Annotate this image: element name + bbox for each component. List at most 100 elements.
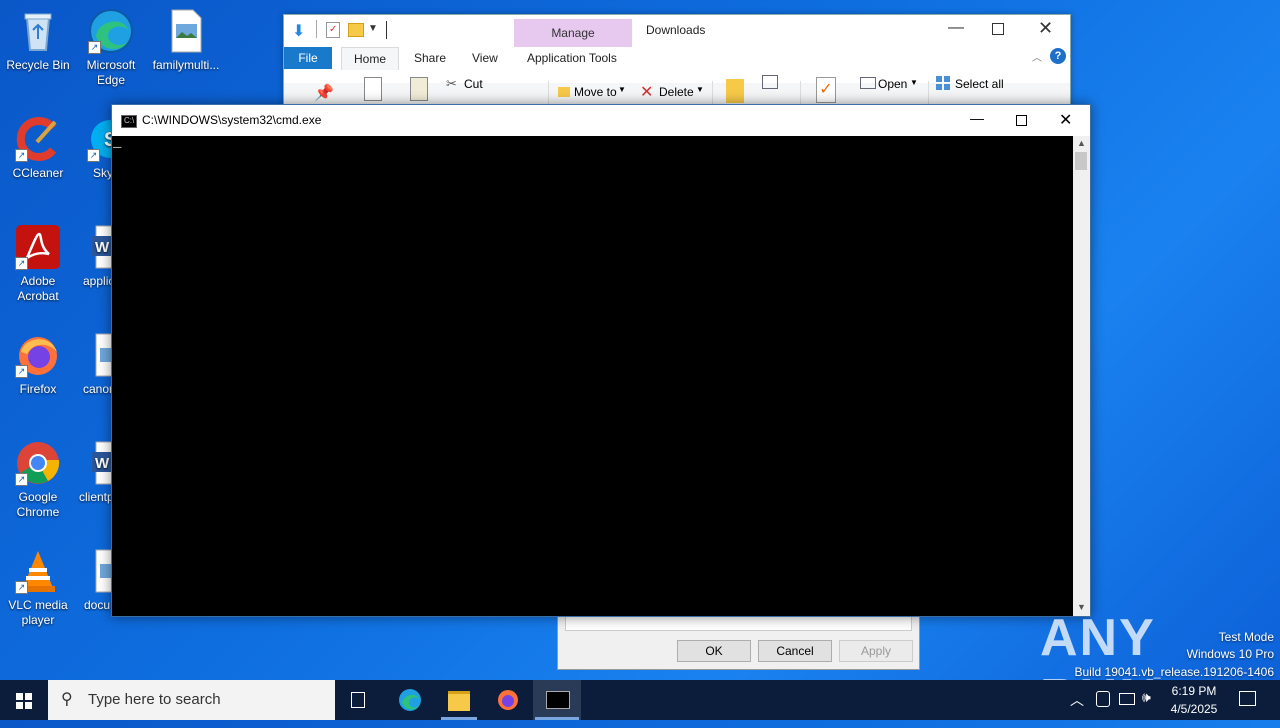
tab-view[interactable]: View: [460, 47, 510, 69]
taskbar-edge[interactable]: [386, 680, 434, 720]
desktop-icon-vlc[interactable]: ↗ VLC media player: [0, 548, 76, 628]
select-all-label[interactable]: Select all: [955, 77, 1004, 91]
desktop-icon-firefox[interactable]: ↗ Firefox: [0, 332, 76, 397]
volume-icon[interactable]: 🕪: [1142, 689, 1151, 706]
desktop-icon-word-applic[interactable]: W applic: [73, 224, 113, 289]
apply-button[interactable]: Apply: [839, 640, 913, 662]
tab-application-tools[interactable]: Application Tools: [515, 47, 629, 69]
windows-logo-icon: [16, 702, 23, 709]
desktop-icon-label: familymulti...: [152, 58, 220, 72]
edge-icon: ↗: [88, 8, 134, 54]
desktop-icon-google-chrome[interactable]: ↗ Google Chrome: [0, 440, 76, 520]
task-view-button[interactable]: [336, 680, 384, 720]
properties-icon[interactable]: ✓: [326, 22, 340, 38]
maximize-button[interactable]: [1016, 115, 1027, 126]
copy-icon[interactable]: [364, 77, 382, 101]
open-icon[interactable]: [860, 77, 876, 89]
paste-icon[interactable]: [410, 77, 428, 101]
open-dropdown-icon[interactable]: ▼: [910, 78, 918, 87]
customize-toolbar-chevron-icon[interactable]: ▼: [368, 23, 378, 34]
edition-label: Windows 10 Pro: [1186, 647, 1274, 661]
window-title: Downloads: [646, 23, 706, 37]
desktop-icon-recycle-bin[interactable]: Recycle Bin: [0, 8, 76, 73]
tab-file[interactable]: File: [284, 47, 332, 69]
cut-label[interactable]: Cut: [464, 77, 483, 91]
desktop-icon-label: Google Chrome: [16, 490, 60, 519]
desktop-icon-label: Microsoft Edge: [86, 58, 136, 87]
console-output[interactable]: _: [112, 136, 1073, 616]
divider: [386, 21, 387, 39]
move-to-label[interactable]: Move to: [574, 85, 617, 99]
new-folder-icon[interactable]: [726, 79, 744, 103]
taskbar: ⚲ Type here to search ︿ 🕪 6:19 PM 4/5/20…: [0, 680, 1280, 720]
manage-contextual-header: Manage: [514, 19, 632, 47]
close-button[interactable]: ✕: [1059, 105, 1072, 136]
network-icon[interactable]: [1119, 693, 1135, 705]
tab-share[interactable]: Share: [402, 47, 458, 69]
windows-logo-icon: [25, 702, 32, 709]
open-label[interactable]: Open: [878, 77, 907, 91]
desktop-icon-label: Recycle Bin: [6, 58, 70, 72]
scrollbar-thumb[interactable]: [1075, 152, 1087, 170]
properties-icon[interactable]: ✓: [816, 77, 836, 103]
close-button[interactable]: ✕: [1038, 18, 1053, 39]
move-to-icon[interactable]: [558, 87, 570, 97]
show-hidden-icons-chevron-icon[interactable]: ︿: [1070, 690, 1084, 710]
desktop-icon-label: VLC media player: [8, 598, 68, 627]
cancel-button[interactable]: Cancel: [758, 640, 832, 662]
cmd-titlebar[interactable]: C:\ C:\WINDOWS\system32\cmd.exe — ✕: [112, 105, 1090, 136]
cmd-window[interactable]: C:\ C:\WINDOWS\system32\cmd.exe — ✕ _ ▲ …: [111, 104, 1091, 617]
taskbar-file-explorer[interactable]: [435, 680, 483, 720]
quick-access-down-arrow-icon[interactable]: ⬇: [292, 21, 305, 41]
desktop-icon-ccleaner[interactable]: ↗ CCleaner: [0, 116, 76, 181]
tab-home[interactable]: Home: [341, 47, 400, 70]
search-box[interactable]: ⚲ Type here to search: [48, 680, 335, 720]
ok-button[interactable]: OK: [677, 640, 751, 662]
vertical-scrollbar[interactable]: ▲ ▼: [1073, 136, 1090, 616]
acrobat-icon: ↗: [15, 224, 61, 270]
desktop-icon-label: Sky: [93, 166, 113, 180]
new-item-icon[interactable]: [762, 75, 778, 89]
move-to-dropdown-icon[interactable]: ▼: [618, 85, 626, 94]
explorer-titlebar[interactable]: ⬇ ✓ ▼ Manage Downloads — ✕: [284, 15, 1070, 47]
search-placeholder: Type here to search: [88, 691, 221, 708]
delete-icon[interactable]: ✕: [640, 82, 653, 102]
test-mode-label: Test Mode: [1218, 630, 1274, 644]
desktop-icon-familymulti[interactable]: familymulti...: [148, 8, 224, 73]
desktop-icon-adobe-acrobat[interactable]: ↗ Adobe Acrobat: [0, 224, 76, 304]
task-view-icon: [351, 692, 365, 708]
desktop-icon-label: canon: [83, 382, 113, 396]
cmd-app-icon: C:\: [121, 115, 137, 128]
desktop-icon-word-clientp[interactable]: W clientp: [73, 440, 113, 505]
desktop-icon-docu[interactable]: docu: [73, 548, 113, 613]
pin-icon[interactable]: 📌: [314, 83, 334, 103]
device-icon[interactable]: [1096, 691, 1110, 707]
file-explorer-window[interactable]: ⬇ ✓ ▼ Manage Downloads — ✕ File Home Sha…: [283, 14, 1071, 123]
clock-date[interactable]: 4/5/2025: [1162, 702, 1226, 716]
collapse-ribbon-icon[interactable]: ︿: [1032, 49, 1042, 64]
delete-dropdown-icon[interactable]: ▼: [696, 85, 704, 94]
new-folder-icon[interactable]: [348, 23, 364, 37]
desktop-icon-edge[interactable]: ↗ Microsoft Edge: [73, 8, 149, 88]
scroll-up-arrow-icon[interactable]: ▲: [1077, 138, 1086, 148]
desktop-icon-canon[interactable]: canon: [73, 332, 113, 397]
select-all-icon[interactable]: [936, 76, 950, 90]
properties-dialog[interactable]: OK Cancel Apply: [557, 610, 920, 670]
cut-icon[interactable]: ✂: [446, 76, 457, 92]
ccleaner-icon: ↗: [15, 116, 61, 162]
desktop-icon-skype[interactable]: S ↗ Sky: [73, 116, 113, 181]
notifications-icon[interactable]: [1239, 691, 1256, 706]
firefox-icon: [498, 690, 518, 710]
taskbar-firefox[interactable]: [484, 680, 532, 720]
desktop-icon-label: applic: [83, 274, 113, 288]
help-icon[interactable]: ?: [1050, 48, 1066, 64]
divider: [316, 20, 317, 38]
delete-label[interactable]: Delete: [659, 85, 694, 99]
minimize-button[interactable]: —: [948, 19, 964, 37]
skype-icon: S ↗: [87, 116, 113, 162]
minimize-button[interactable]: —: [970, 103, 984, 134]
maximize-button[interactable]: [992, 23, 1004, 35]
start-button[interactable]: [0, 680, 48, 720]
clock-time[interactable]: 6:19 PM: [1162, 684, 1226, 698]
taskbar-cmd[interactable]: [533, 680, 581, 720]
